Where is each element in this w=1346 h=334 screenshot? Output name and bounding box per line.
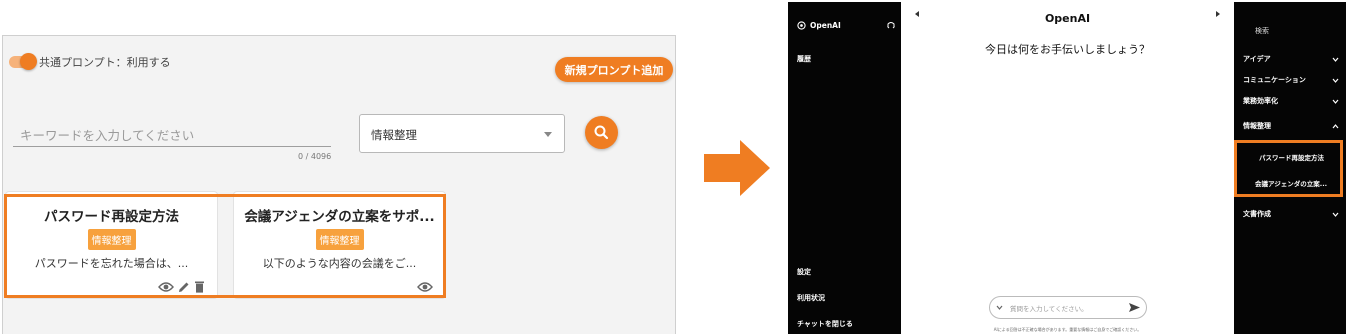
sidebar-search[interactable]: 検索 xyxy=(1255,26,1269,36)
chevron-down-icon xyxy=(1332,57,1339,62)
close-chat-link[interactable]: チャットを閉じる xyxy=(797,319,853,329)
dropdown-caret-icon xyxy=(544,132,552,137)
category-label: 情報整理 xyxy=(1243,122,1271,130)
category-efficiency[interactable]: 業務効率化 xyxy=(1243,96,1339,106)
history-heading: 履歴 xyxy=(797,55,811,63)
right-arrow-icon xyxy=(704,140,770,196)
usage-link[interactable]: 利用状況 xyxy=(797,293,825,303)
category-idea[interactable]: アイデア xyxy=(1243,54,1339,64)
new-chat-icon[interactable] xyxy=(887,22,895,30)
search-button[interactable] xyxy=(585,116,618,149)
chevron-down-icon xyxy=(1332,212,1339,217)
brand-name: OpenAI xyxy=(810,21,841,30)
chat-title: OpenAI xyxy=(1044,12,1091,25)
chat-area: OpenAI 今日は何をお手伝いしましょう？ 質問を入力してください。 AIによ… xyxy=(901,2,1234,334)
chat-app-panel: OpenAI 履歴 設定 利用状況 チャットを閉じる OpenAI 今日は何をお… xyxy=(788,2,1346,334)
category-label: 業務効率化 xyxy=(1243,97,1278,105)
search-icon xyxy=(594,125,609,140)
category-select-value: 情報整理 xyxy=(371,128,417,142)
toggle-knob xyxy=(20,53,37,70)
disclaimer: AIによる回答は不正確な場合があります。重要な情報はご自身でご確認ください。 xyxy=(993,327,1142,332)
chevron-up-icon xyxy=(1332,123,1339,128)
character-counter: 0 / 4096 xyxy=(298,152,332,161)
category-label: アイデア xyxy=(1243,55,1271,63)
question-input[interactable]: 質問を入力してください。 xyxy=(989,296,1147,319)
new-prompt-button[interactable]: 新規プロンプト追加 xyxy=(555,57,673,82)
keyword-search-input[interactable]: キーワードを入力してください xyxy=(13,121,331,147)
chevron-down-icon[interactable] xyxy=(996,305,1003,310)
send-icon[interactable] xyxy=(1129,302,1140,313)
category-communication[interactable]: コミュニケーション xyxy=(1243,75,1339,85)
openai-logo-icon xyxy=(797,21,806,30)
category-documents[interactable]: 文書作成 xyxy=(1243,209,1339,219)
category-select[interactable]: 情報整理 xyxy=(359,114,565,153)
category-label: コミュニケーション xyxy=(1243,76,1306,84)
category-information[interactable]: 情報整理 xyxy=(1243,121,1339,131)
cards-highlight-frame xyxy=(4,194,446,298)
sidebar-highlight-frame xyxy=(1234,140,1343,197)
brand[interactable]: OpenAI xyxy=(797,21,841,30)
settings-link[interactable]: 設定 xyxy=(797,267,811,277)
left-sidebar: OpenAI 履歴 設定 利用状況 チャットを閉じる xyxy=(788,2,901,334)
chevron-down-icon xyxy=(1332,99,1339,104)
common-prompt-toggle[interactable] xyxy=(9,53,37,70)
question-input-placeholder: 質問を入力してください。 xyxy=(1010,305,1088,313)
category-label: 文書作成 xyxy=(1243,210,1271,218)
chat-greeting: 今日は何をお手伝いしましょう？ xyxy=(985,43,1150,56)
screenshot-root: 共通プロンプト：利用する 新規プロンプト追加 キーワードを入力してください 0 … xyxy=(0,0,1346,334)
toggle-label: 共通プロンプト：利用する xyxy=(39,56,171,69)
chevron-down-icon xyxy=(1332,78,1339,83)
